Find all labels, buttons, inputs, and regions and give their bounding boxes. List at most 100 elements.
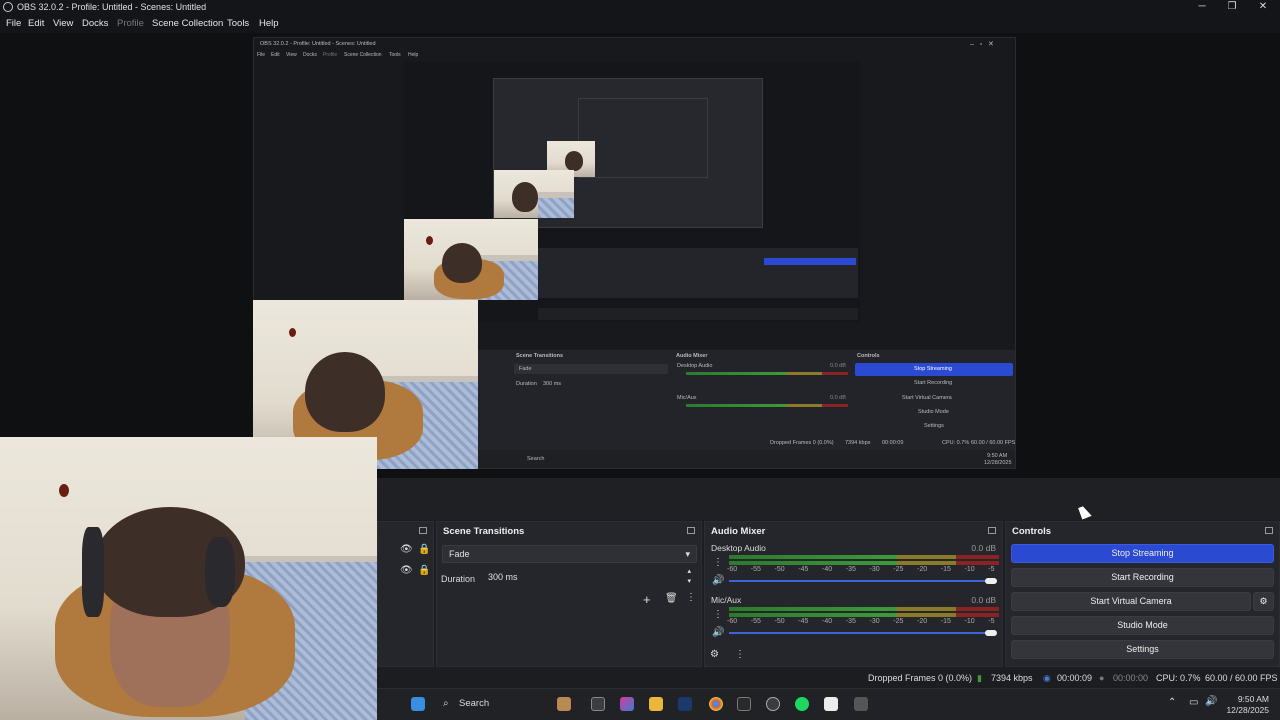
audio-mixer-dock: Audio Mixer Desktop Audio 0.0 dB ⋮ -60 -…	[704, 521, 1012, 667]
eye-icon[interactable]: 👁	[400, 544, 413, 555]
dock-popout-icon[interactable]	[687, 527, 695, 534]
scene-transitions-title: Scene Transitions	[443, 526, 525, 537]
steam-icon[interactable]	[678, 697, 692, 711]
speaker-icon[interactable]: 🔊	[712, 575, 724, 586]
nested-desktop-db: 0.0 dB	[830, 363, 846, 369]
nested-stop-streaming-label: Stop Streaming	[914, 366, 952, 372]
nested-menu-help: Help	[408, 52, 419, 58]
mic-aux-meter	[729, 607, 999, 611]
capcut-icon[interactable]	[824, 697, 838, 711]
nested-mic-db: 0.0 dB	[830, 395, 846, 401]
streaming-icon: ◉	[1043, 673, 1051, 683]
nested-stop-streaming-level2	[764, 258, 856, 265]
lock-icon[interactable]: 🔒	[418, 544, 430, 555]
menu-file[interactable]: File	[6, 18, 21, 29]
studio-mode-button[interactable]: Studio Mode	[1011, 616, 1274, 635]
network-icon[interactable]: ▭	[1189, 697, 1198, 708]
desktop-audio-label: Desktop Audio	[711, 543, 766, 553]
start-recording-button[interactable]: Start Recording	[1011, 568, 1274, 587]
nested-taskbar-level1	[478, 450, 1015, 468]
task-view-icon[interactable]	[591, 697, 605, 711]
nested-status-dropped: Dropped Frames 0 (0.0%)	[770, 440, 834, 446]
dropped-frames: Dropped Frames 0 (0.0%)	[868, 673, 973, 683]
menu-help[interactable]: Help	[259, 18, 279, 29]
controls-dock: Controls Stop Streaming Start Recording …	[1005, 521, 1280, 667]
nested-title: OBS 32.0.2 - Profile: Untitled - Scenes:…	[260, 41, 376, 47]
desktop-audio-volume-slider[interactable]	[729, 580, 993, 582]
signal-icon: ▮	[977, 673, 982, 683]
cpu-usage: CPU: 0.7%	[1156, 673, 1201, 683]
mixer-settings-icon[interactable]: ⚙	[710, 649, 719, 660]
menu-edit[interactable]: Edit	[28, 18, 44, 29]
nested-preview-level4	[578, 98, 708, 178]
menu-profile[interactable]: Profile	[117, 18, 144, 29]
taskbar-search[interactable]: Search	[459, 698, 489, 709]
clock-time[interactable]: 9:50 AM	[1227, 694, 1269, 704]
volume-icon[interactable]: 🔊	[1205, 696, 1217, 707]
controls-title: Controls	[1012, 526, 1052, 537]
desktop-audio-volume-knob[interactable]	[985, 578, 997, 584]
virtual-camera-settings-button[interactable]: ⚙	[1253, 592, 1274, 611]
mic-aux-volume-knob[interactable]	[985, 630, 997, 636]
bitrate: 7394 kbps	[991, 673, 1033, 683]
taskbar: ⌕ Search ⌃ ▭ 🔊 9:50 AM 12/28/2025	[377, 688, 1280, 720]
chrome-icon[interactable]	[709, 697, 723, 711]
more-vertical-icon[interactable]: ⋮	[735, 649, 745, 660]
mic-aux-volume-slider[interactable]	[729, 632, 993, 634]
windows-start-icon[interactable]	[411, 697, 425, 711]
file-explorer-icon[interactable]	[649, 697, 663, 711]
nested-menu-view: View	[286, 52, 297, 58]
stop-streaming-button[interactable]: Stop Streaming	[1011, 544, 1274, 563]
trash-icon[interactable]: 🗑	[665, 593, 678, 604]
menu-scene-collection[interactable]: Scene Collection	[152, 18, 223, 29]
desktop-audio-meter	[729, 561, 999, 565]
duration-input[interactable]: 300 ms ▴ ▾	[482, 567, 697, 587]
nested-mic-meter	[686, 404, 848, 407]
menu-tools[interactable]: Tools	[227, 18, 249, 29]
more-vertical-icon[interactable]: ⋮	[686, 592, 696, 603]
chevron-up-icon[interactable]: ⌃	[1168, 697, 1176, 708]
nested-controls-title: Controls	[857, 353, 880, 359]
spotify-icon[interactable]	[795, 697, 809, 711]
menu-docks[interactable]: Docks	[82, 18, 108, 29]
nested-settings-label: Settings	[924, 423, 944, 429]
menu-view[interactable]: View	[53, 18, 73, 29]
mic-aux-ticks: -60 -55 -50 -45 -40 -35 -30 -25 -20 -15 …	[727, 618, 1012, 625]
nested-menu-edit: Edit	[271, 52, 280, 58]
eye-icon[interactable]: 👁	[400, 565, 413, 576]
nested-mixer-title: Audio Mixer	[676, 353, 708, 359]
transition-select[interactable]: Fade ▾	[442, 545, 697, 563]
app-icon[interactable]	[854, 697, 868, 711]
scene-transitions-dock: Scene Transitions Fade ▾ Duration 300 ms…	[436, 521, 702, 667]
stepper-icon[interactable]: ▴ ▾	[687, 567, 691, 587]
mic-aux-label: Mic/Aux	[711, 595, 742, 605]
copilot-icon[interactable]	[620, 697, 634, 711]
add-icon[interactable]: +	[643, 592, 651, 607]
more-vertical-icon[interactable]: ⋮	[713, 557, 723, 568]
dock-popout-icon[interactable]	[419, 527, 427, 534]
mic-aux-meter	[729, 613, 999, 617]
headphones-left	[82, 527, 104, 617]
minimize-button[interactable]: ─	[1187, 0, 1217, 15]
start-virtual-camera-button[interactable]: Start Virtual Camera	[1011, 592, 1251, 611]
nested-taskbar-level2	[538, 308, 858, 320]
dock-popout-icon[interactable]	[988, 527, 996, 534]
nested-taskbar-date: 12/28/2025	[984, 460, 1012, 466]
nested-menu-tools: Tools	[389, 52, 401, 58]
dock-popout-icon[interactable]	[1265, 527, 1273, 534]
settings-button[interactable]: Settings	[1011, 640, 1274, 659]
mic-aux-db: 0.0 dB	[971, 595, 996, 605]
nested-status-fps: 60.00 / 60.00 FPS	[971, 440, 1016, 446]
fps: 60.00 / 60.00 FPS	[1205, 673, 1278, 683]
menu-bar: File Edit View Docks Profile Scene Colle…	[0, 15, 1280, 33]
epic-games-icon[interactable]	[737, 697, 751, 711]
close-button[interactable]: ✕	[1248, 0, 1278, 15]
speaker-icon[interactable]: 🔊	[712, 627, 724, 638]
obs-logo-icon	[3, 2, 13, 12]
clock-date[interactable]: 12/28/2025	[1220, 705, 1269, 715]
nested-duration-label: Duration	[516, 381, 537, 387]
more-vertical-icon[interactable]: ⋮	[713, 609, 723, 620]
obs-icon[interactable]	[766, 697, 780, 711]
maximize-button[interactable]: ❐	[1217, 0, 1247, 15]
lock-icon[interactable]: 🔒	[418, 565, 430, 576]
